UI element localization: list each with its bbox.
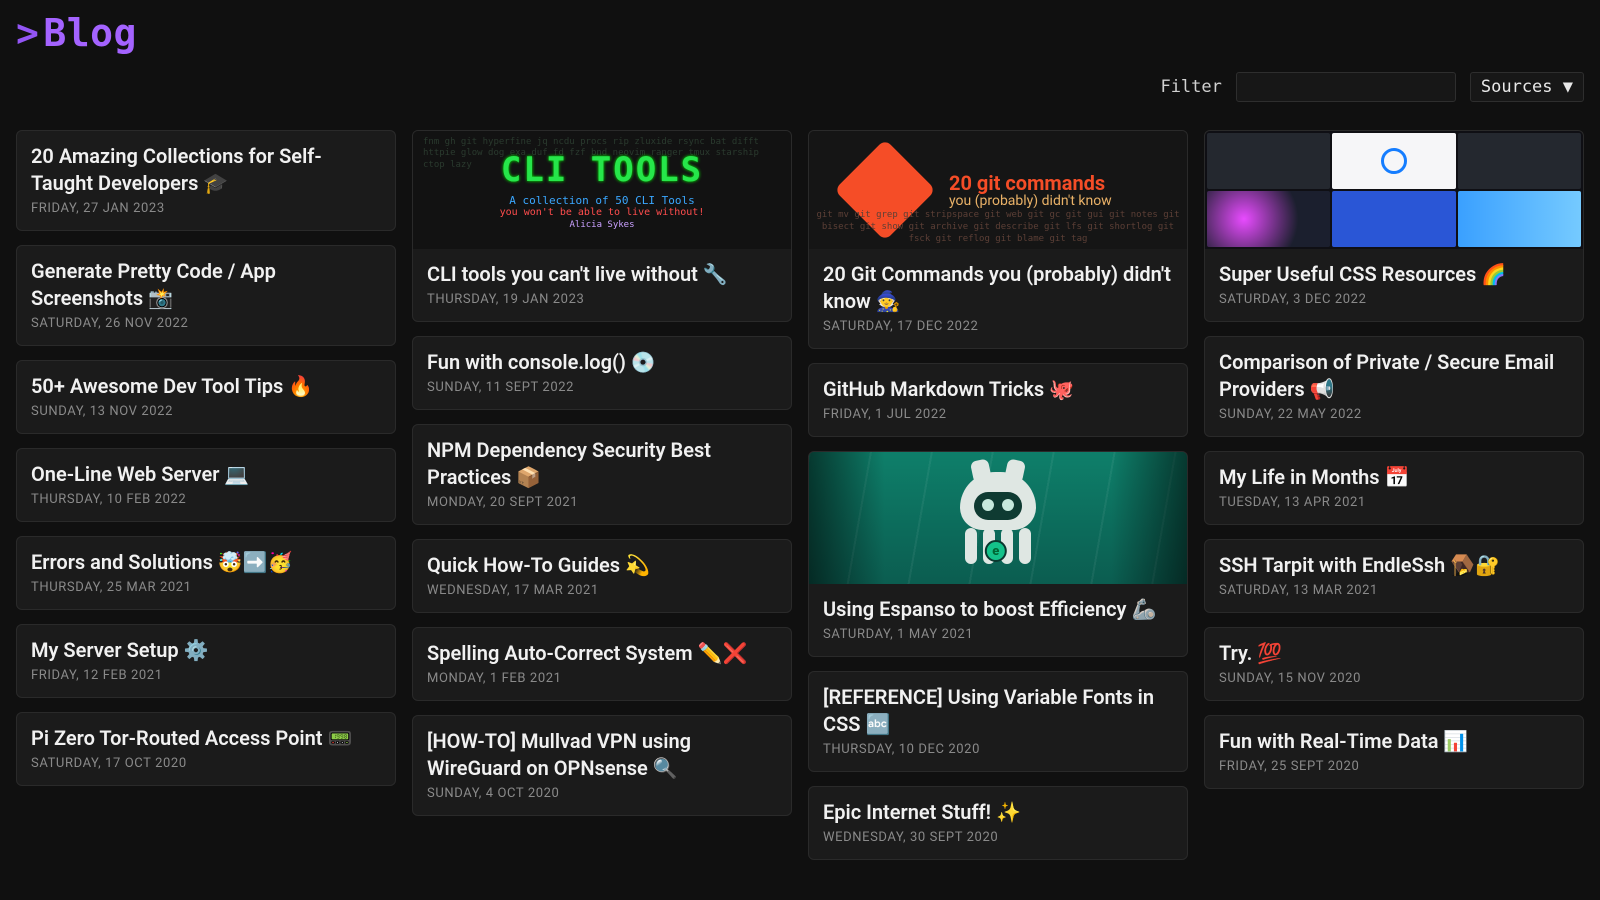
controls-bar: Filter Sources ▼ [1160, 72, 1584, 102]
post-date: FRIDAY, 25 SEPT 2020 [1219, 759, 1569, 774]
page-title-text: Blog [43, 11, 137, 55]
post-card[interactable]: Comparison of Private / Secure Email Pro… [1204, 336, 1584, 437]
post-title: 20 Amazing Collections for Self-Taught D… [31, 143, 381, 197]
post-grid: 20 Amazing Collections for Self-Taught D… [16, 130, 1584, 860]
post-card[interactable]: Fun with Real-Time Data 📊 FRIDAY, 25 SEP… [1204, 715, 1584, 789]
post-column: Super Useful CSS Resources 🌈 SATURDAY, 3… [1204, 130, 1584, 789]
post-title: GitHub Markdown Tricks 🐙 [823, 376, 1173, 403]
post-card[interactable]: Generate Pretty Code / App Screenshots 📸… [16, 245, 396, 346]
post-card[interactable]: Super Useful CSS Resources 🌈 SATURDAY, 3… [1204, 130, 1584, 322]
post-card[interactable]: Fun with console.log() 💿 SUNDAY, 11 SEPT… [412, 336, 792, 410]
post-card[interactable]: My Server Setup ⚙️ FRIDAY, 12 FEB 2021 [16, 624, 396, 698]
post-title: [HOW-TO] Mullvad VPN using WireGuard on … [427, 728, 777, 782]
filter-input[interactable] [1236, 72, 1456, 102]
post-title: CLI tools you can't live without 🔧 [427, 261, 777, 288]
post-card[interactable]: SSH Tarpit with EndleSsh 🪤🔐 SATURDAY, 13… [1204, 539, 1584, 613]
post-date: THURSDAY, 25 MAR 2021 [31, 580, 381, 595]
post-card[interactable]: [HOW-TO] Mullvad VPN using WireGuard on … [412, 715, 792, 816]
post-date: SUNDAY, 15 NOV 2020 [1219, 671, 1569, 686]
post-card[interactable]: 50+ Awesome Dev Tool Tips 🔥 SUNDAY, 13 N… [16, 360, 396, 434]
post-thumbnail [1205, 131, 1583, 249]
post-card[interactable]: NPM Dependency Security Best Practices 📦… [412, 424, 792, 525]
post-date: WEDNESDAY, 30 SEPT 2020 [823, 830, 1173, 845]
post-title: Using Espanso to boost Efficiency 🦾 [823, 596, 1173, 623]
post-card[interactable]: My Life in Months 📅 TUESDAY, 13 APR 2021 [1204, 451, 1584, 525]
post-date: SATURDAY, 26 NOV 2022 [31, 316, 381, 331]
post-card[interactable]: Quick How-To Guides 💫 WEDNESDAY, 17 MAR … [412, 539, 792, 613]
post-title: [REFERENCE] Using Variable Fonts in CSS … [823, 684, 1173, 738]
post-card[interactable]: 20 git commandsyou (probably) didn't kno… [808, 130, 1188, 349]
post-date: SATURDAY, 17 OCT 2020 [31, 756, 381, 771]
post-date: THURSDAY, 10 FEB 2022 [31, 492, 381, 507]
post-title: One-Line Web Server 💻 [31, 461, 381, 488]
post-thumbnail: 20 git commandsyou (probably) didn't kno… [809, 131, 1187, 249]
post-title: NPM Dependency Security Best Practices 📦 [427, 437, 777, 491]
post-date: THURSDAY, 19 JAN 2023 [427, 292, 777, 307]
post-title: My Server Setup ⚙️ [31, 637, 381, 664]
post-card[interactable]: Try. 💯 SUNDAY, 15 NOV 2020 [1204, 627, 1584, 701]
post-date: FRIDAY, 27 JAN 2023 [31, 201, 381, 216]
filter-label: Filter [1160, 77, 1221, 97]
post-date: SUNDAY, 11 SEPT 2022 [427, 380, 777, 395]
post-date: SATURDAY, 13 MAR 2021 [1219, 583, 1569, 598]
post-title: Pi Zero Tor-Routed Access Point 📟 [31, 725, 381, 752]
prompt-icon: > [16, 11, 39, 55]
post-thumbnail: fnm gh git hyperfine jq ncdu procs rip z… [413, 131, 791, 249]
post-column: 20 Amazing Collections for Self-Taught D… [16, 130, 396, 786]
post-title: Spelling Auto-Correct System ✏️❌ [427, 640, 777, 667]
post-date: WEDNESDAY, 17 MAR 2021 [427, 583, 777, 598]
post-date: TUESDAY, 13 APR 2021 [1219, 495, 1569, 510]
post-title: My Life in Months 📅 [1219, 464, 1569, 491]
post-date: SATURDAY, 17 DEC 2022 [823, 319, 1173, 334]
post-card[interactable]: GitHub Markdown Tricks 🐙 FRIDAY, 1 JUL 2… [808, 363, 1188, 437]
post-date: FRIDAY, 1 JUL 2022 [823, 407, 1173, 422]
post-title: Quick How-To Guides 💫 [427, 552, 777, 579]
post-title: Epic Internet Stuff! ✨ [823, 799, 1173, 826]
post-title: Try. 💯 [1219, 640, 1569, 667]
post-thumbnail: e [809, 452, 1187, 584]
post-card[interactable]: One-Line Web Server 💻 THURSDAY, 10 FEB 2… [16, 448, 396, 522]
post-card[interactable]: Spelling Auto-Correct System ✏️❌ MONDAY,… [412, 627, 792, 701]
sources-dropdown[interactable]: Sources ▼ [1470, 72, 1584, 102]
post-date: MONDAY, 1 FEB 2021 [427, 671, 777, 686]
post-title: Generate Pretty Code / App Screenshots 📸 [31, 258, 381, 312]
post-title: Fun with Real-Time Data 📊 [1219, 728, 1569, 755]
post-date: SATURDAY, 3 DEC 2022 [1219, 292, 1569, 307]
post-date: MONDAY, 20 SEPT 2021 [427, 495, 777, 510]
post-date: SUNDAY, 4 OCT 2020 [427, 786, 777, 801]
post-card[interactable]: Epic Internet Stuff! ✨ WEDNESDAY, 30 SEP… [808, 786, 1188, 860]
post-date: FRIDAY, 12 FEB 2021 [31, 668, 381, 683]
post-card[interactable]: fnm gh git hyperfine jq ncdu procs rip z… [412, 130, 792, 322]
octocat-icon: e [954, 472, 1042, 564]
post-title: SSH Tarpit with EndleSsh 🪤🔐 [1219, 552, 1569, 579]
post-column: 20 git commandsyou (probably) didn't kno… [808, 130, 1188, 860]
post-column: fnm gh git hyperfine jq ncdu procs rip z… [412, 130, 792, 816]
post-title: Super Useful CSS Resources 🌈 [1219, 261, 1569, 288]
post-title: Errors and Solutions 🤯➡️🥳 [31, 549, 381, 576]
post-date: SATURDAY, 1 MAY 2021 [823, 627, 1173, 642]
post-title: Fun with console.log() 💿 [427, 349, 777, 376]
post-date: SUNDAY, 22 MAY 2022 [1219, 407, 1569, 422]
post-date: SUNDAY, 13 NOV 2022 [31, 404, 381, 419]
post-title: 20 Git Commands you (probably) didn't kn… [823, 261, 1173, 315]
post-title: Comparison of Private / Secure Email Pro… [1219, 349, 1569, 403]
post-card[interactable]: 20 Amazing Collections for Self-Taught D… [16, 130, 396, 231]
post-title: 50+ Awesome Dev Tool Tips 🔥 [31, 373, 381, 400]
post-card[interactable]: e Using Espanso to boost Efficiency 🦾 SA… [808, 451, 1188, 657]
post-card[interactable]: [REFERENCE] Using Variable Fonts in CSS … [808, 671, 1188, 772]
post-date: THURSDAY, 10 DEC 2020 [823, 742, 1173, 757]
page-title: >Blog [16, 14, 137, 52]
post-card[interactable]: Pi Zero Tor-Routed Access Point 📟 SATURD… [16, 712, 396, 786]
post-card[interactable]: Errors and Solutions 🤯➡️🥳 THURSDAY, 25 M… [16, 536, 396, 610]
